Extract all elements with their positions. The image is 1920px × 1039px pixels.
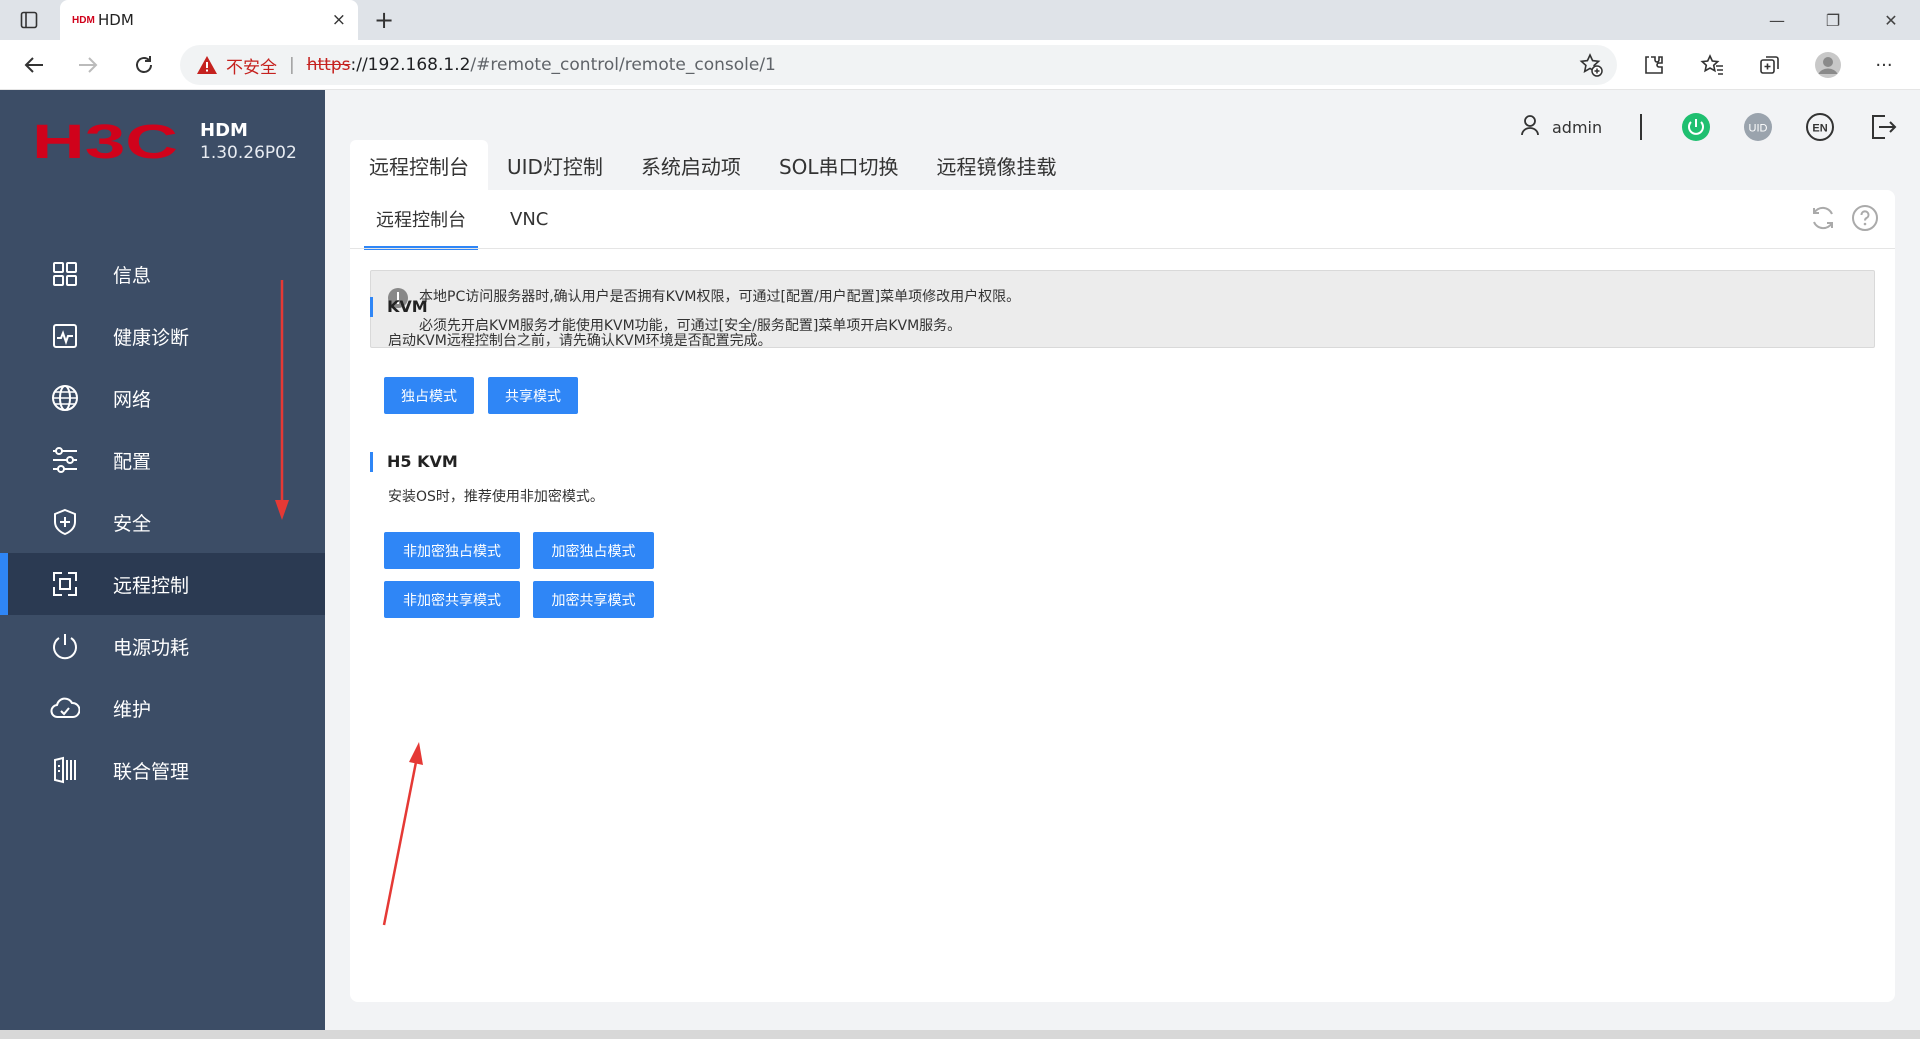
kvm-section-title: KVM [370, 297, 428, 317]
header-divider [1640, 114, 1642, 140]
sidebar-item-config[interactable]: 配置 [0, 429, 325, 491]
sidebar-item-label: 网络 [113, 388, 152, 411]
more-menu-button[interactable]: ··· [1864, 45, 1904, 85]
cloud-icon [50, 693, 80, 723]
profile-avatar[interactable] [1808, 45, 1848, 85]
forward-button[interactable] [68, 45, 108, 85]
reload-icon [136, 56, 152, 73]
tab-actions-icon[interactable] [0, 0, 58, 40]
grid-icon [50, 259, 80, 289]
sub-tabs: 远程控制台 VNC [364, 190, 580, 250]
main-tabs: 远程控制台 UID灯控制 系统启动项 SOL串口切换 远程镜像挂载 [350, 140, 1076, 190]
kvm-shared-button[interactable]: 共享模式 [488, 377, 578, 414]
shield-icon [50, 507, 80, 537]
username: admin [1552, 117, 1603, 137]
h5kvm-plain-shared-button[interactable]: 非加密共享模式 [384, 581, 520, 618]
insecure-label: 不安全 [226, 57, 277, 78]
subtab-vnc[interactable]: VNC [498, 190, 560, 248]
power-status-icon[interactable] [1681, 112, 1711, 142]
refresh-icon[interactable] [1809, 204, 1837, 232]
help-icon[interactable] [1851, 204, 1879, 232]
browser-tab-hdm[interactable]: HDM HDM × [60, 0, 358, 40]
sidebar-item-remote-control[interactable]: 远程控制 [0, 553, 325, 615]
tab-sol-switch[interactable]: SOL串口切换 [760, 140, 918, 190]
back-button[interactable] [14, 45, 54, 85]
user-menu[interactable]: admin [1520, 114, 1602, 140]
globe-icon [50, 383, 80, 413]
product-info: HDM 1.30.26P02 [200, 120, 297, 164]
new-tab-button[interactable]: + [368, 4, 400, 36]
window-close-button[interactable]: ✕ [1862, 0, 1920, 40]
pulse-icon [50, 321, 80, 351]
sidebar-item-label: 远程控制 [113, 574, 190, 597]
extensions-icon[interactable] [1634, 45, 1674, 85]
svg-text:EN: EN [1812, 123, 1827, 135]
sidebar-item-label: 电源功耗 [113, 636, 190, 659]
minimize-button[interactable]: — [1748, 0, 1806, 40]
url-path: /#remote_control/remote_console/1 [470, 55, 776, 75]
subtab-divider [350, 248, 1895, 249]
uid-led-icon[interactable]: UID [1743, 112, 1773, 142]
browser-toolbar: 不安全 | https ://192.168.1.2 /#remote_cont… [0, 40, 1920, 90]
tab-title: HDM [98, 11, 134, 29]
h3c-logo: H3C [32, 120, 178, 164]
sidebar-item-federation[interactable]: 联合管理 [0, 739, 325, 801]
power-icon [50, 631, 80, 661]
h5kvm-encrypted-shared-button[interactable]: 加密共享模式 [533, 581, 654, 618]
h5kvm-plain-exclusive-button[interactable]: 非加密独占模式 [384, 532, 520, 569]
hdm-favicon-icon: HDM [72, 14, 95, 26]
add-favorite-icon[interactable] [1579, 53, 1603, 77]
tab-close-icon[interactable]: × [332, 10, 346, 30]
server-rack-icon [50, 755, 80, 785]
sliders-icon [50, 445, 80, 475]
sidebar-item-label: 联合管理 [113, 760, 190, 783]
sidebar-item-security[interactable]: 安全 [0, 491, 325, 553]
browser-tab-bar: HDM HDM × + — ❐ ✕ [0, 0, 1920, 40]
sidebar-menu: 信息 健康诊断 网络 配置 安全 远程控制 电源功耗 维护 联合管理 [0, 243, 325, 801]
tab-uid-led[interactable]: UID灯控制 [488, 140, 622, 190]
svg-text:UID: UID [1749, 123, 1768, 135]
sidebar-item-label: 配置 [113, 450, 152, 473]
sidebar-item-maintenance[interactable]: 维护 [0, 677, 325, 739]
tab-remote-console[interactable]: 远程控制台 [350, 140, 488, 190]
bottom-scroll-strip [0, 1030, 1920, 1039]
product-version: 1.30.26P02 [200, 143, 297, 163]
h5kvm-description: 安装OS时，推荐使用非加密模式。 [388, 489, 604, 505]
product-name: HDM [200, 120, 248, 141]
url-scheme: https [306, 55, 351, 75]
h5kvm-section-title: H5 KVM [370, 452, 458, 472]
sidebar: H3C HDM 1.30.26P02 信息 健康诊断 网络 配置 安全 远程控制 [0, 90, 325, 1039]
back-arrow-icon [24, 57, 43, 73]
sidebar-item-power[interactable]: 电源功耗 [0, 615, 325, 677]
sidebar-item-label: 维护 [113, 698, 152, 721]
sidebar-item-label: 安全 [113, 512, 152, 535]
subtab-remote-console[interactable]: 远程控制台 [364, 190, 478, 250]
tab-virtual-media[interactable]: 远程镜像挂载 [918, 140, 1076, 190]
remote-icon [50, 569, 80, 599]
sidebar-item-label: 健康诊断 [113, 326, 190, 349]
url-host: ://192.168.1.2 [350, 55, 471, 75]
h5kvm-encrypted-exclusive-button[interactable]: 加密独占模式 [533, 532, 654, 569]
svg-text:H3C: H3C [32, 120, 178, 164]
sidebar-item-health[interactable]: 健康诊断 [0, 305, 325, 367]
kvm-exclusive-button[interactable]: 独占模式 [384, 377, 474, 414]
forward-arrow-icon [79, 57, 98, 73]
restore-button[interactable]: ❐ [1804, 0, 1862, 40]
warning-triangle-icon [197, 56, 217, 74]
address-bar[interactable]: 不安全 | https ://192.168.1.2 /#remote_cont… [180, 45, 1617, 85]
logout-icon[interactable] [1867, 112, 1897, 142]
language-icon[interactable]: EN [1805, 112, 1835, 142]
address-separator: | [289, 55, 295, 75]
sidebar-item-network[interactable]: 网络 [0, 367, 325, 429]
sidebar-item-info[interactable]: 信息 [0, 243, 325, 305]
reload-button[interactable] [124, 45, 164, 85]
sidebar-item-label: 信息 [113, 264, 152, 287]
user-icon [1520, 114, 1540, 140]
collections-icon[interactable] [1750, 45, 1790, 85]
tab-boot-options[interactable]: 系统启动项 [622, 140, 760, 190]
content-card: 远程控制台 VNC 本地PC访问服务器时,确认用户是否拥有KVM权限，可通过[配… [350, 190, 1895, 1002]
favorites-icon[interactable] [1692, 45, 1732, 85]
kvm-description: 启动KVM远程控制台之前，请先确认KVM环境是否配置完成。 [388, 333, 772, 349]
notice-line-1: 本地PC访问服务器时,确认用户是否拥有KVM权限，可通过[配置/用户配置]菜单项… [419, 289, 1021, 305]
